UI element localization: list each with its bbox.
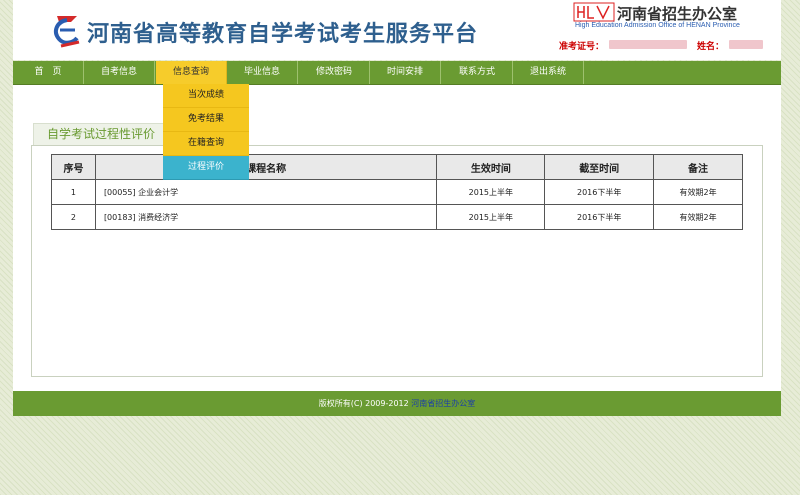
- cell-course: [00055] 企业会计学: [94, 179, 438, 205]
- nav-change-password[interactable]: 修改密码: [299, 61, 370, 84]
- col-header-note: 备注: [653, 154, 743, 180]
- office-name-en: High Education Admission Office of HENAN…: [575, 22, 740, 29]
- candidate-no-label: 准考证号：: [559, 42, 605, 52]
- nav-contact[interactable]: 联系方式: [442, 61, 513, 84]
- nav-schedule[interactable]: 时间安排: [370, 61, 441, 84]
- table-row: 2 [00183] 消费经济学 2015上半年 2016下半年 有效期2年: [51, 204, 743, 230]
- col-header-no: 序号: [51, 154, 96, 180]
- cell-end: 2016下半年: [544, 204, 655, 230]
- footer-office-link[interactable]: 河南省招生办公室: [411, 399, 475, 408]
- cell-no: 1: [51, 179, 96, 205]
- page: 河南省高等教育自学考试考生服务平台 河南省招生办公室 High Educatio…: [13, 0, 781, 495]
- nav-exam-info[interactable]: 自考信息: [84, 61, 155, 84]
- nav-logout[interactable]: 退出系统: [513, 61, 584, 84]
- dropdown-process-evaluation[interactable]: 过程评价: [163, 156, 249, 180]
- cell-no: 2: [51, 204, 96, 230]
- table-row: 1 [00055] 企业会计学 2015上半年 2016下半年 有效期2年: [51, 179, 743, 205]
- cell-note: 有效期2年: [653, 204, 743, 230]
- nav-home[interactable]: 首 页: [13, 61, 84, 84]
- main-content: 自学考试过程性评价: [13, 85, 781, 391]
- header: 河南省高等教育自学考试考生服务平台 河南省招生办公室 High Educatio…: [13, 0, 781, 60]
- cell-end: 2016下半年: [544, 179, 655, 205]
- office-logo-icon: [573, 2, 615, 22]
- col-header-course: 课程名称: [94, 154, 438, 180]
- cell-start: 2015上半年: [436, 204, 546, 230]
- office-name: 河南省招生办公室: [617, 5, 738, 23]
- dropdown-exemption-results[interactable]: 免考结果: [163, 108, 249, 132]
- evaluation-table: 序号 课程名称 生效时间 截至时间 备注 1 [00055] 企业会计学 201…: [51, 154, 743, 230]
- dropdown-current-scores[interactable]: 当次成绩: [163, 84, 249, 108]
- cell-course: [00183] 消费经济学: [94, 204, 438, 230]
- cell-note: 有效期2年: [653, 179, 743, 205]
- footer: 版权所有(C) 2009-2012 河南省招生办公室: [13, 391, 781, 416]
- footer-copyright: 版权所有(C) 2009-2012: [318, 399, 409, 408]
- cell-start: 2015上半年: [436, 179, 546, 205]
- nav-info-query[interactable]: 信息查询: [156, 61, 227, 84]
- table-header-row: 序号 课程名称 生效时间 截至时间 备注: [51, 154, 743, 180]
- col-header-end: 截至时间: [544, 154, 655, 180]
- col-header-start: 生效时间: [436, 154, 546, 180]
- main-nav: 首 页 自考信息 信息查询 毕业信息 修改密码 时间安排 联系方式 退出系统: [13, 61, 781, 85]
- name-label: 姓名：: [697, 42, 725, 52]
- site-title: 河南省高等教育自学考试考生服务平台: [87, 22, 479, 47]
- exam-logo-icon: [53, 16, 80, 48]
- candidate-no-redacted: [609, 40, 687, 49]
- dropdown-enrollment-query[interactable]: 在籍查询: [163, 132, 249, 156]
- name-redacted: [729, 40, 763, 49]
- nav-graduation-info[interactable]: 毕业信息: [227, 61, 298, 84]
- info-query-dropdown: 当次成绩 免考结果 在籍查询 过程评价: [163, 84, 249, 180]
